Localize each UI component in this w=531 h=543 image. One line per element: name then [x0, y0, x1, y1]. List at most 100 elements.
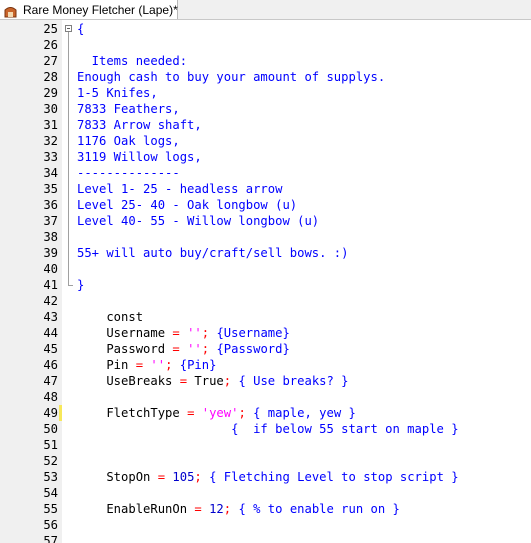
code-line[interactable]: Level 25- 40 - Oak longbow (u)	[74, 197, 531, 213]
code-line[interactable]: 1176 Oak logs,	[74, 133, 531, 149]
code-token: ;	[194, 470, 202, 484]
code-token: 105	[172, 470, 195, 484]
line-number: 42	[43, 294, 58, 308]
code-line[interactable]: {	[74, 21, 531, 37]
code-line[interactable]: StopOn = 105; { Fletching Level to stop …	[74, 469, 531, 485]
line-number: 26	[43, 38, 58, 52]
code-token: =	[179, 374, 188, 388]
code-line[interactable]: UseBreaks = True; { Use breaks? }	[74, 373, 531, 389]
code-token: Level 25- 40 - Oak longbow (u)	[77, 198, 298, 212]
code-token: Pin	[77, 358, 136, 372]
code-line-text: Pin = ''; {Pin}	[77, 357, 216, 373]
line-number: 50	[43, 422, 58, 436]
line-number: 27	[43, 54, 58, 68]
code-line[interactable]: 1-5 Knifes,	[74, 85, 531, 101]
code-line-text: Enough cash to buy your amount of supply…	[77, 69, 385, 85]
line-number: 36	[43, 198, 58, 212]
line-number: 32	[43, 134, 58, 148]
code-line-text: const	[77, 309, 143, 325]
code-token: StopOn	[77, 470, 158, 484]
code-token: UseBreaks	[77, 374, 180, 388]
code-token: {	[77, 22, 85, 36]
code-token: {Pin}	[172, 358, 217, 372]
code-token: 1-5 Knifes,	[77, 86, 158, 100]
code-line-text: 7833 Feathers,	[77, 101, 180, 117]
code-line[interactable]	[74, 485, 531, 501]
code-line-text: 3119 Willow logs,	[77, 149, 202, 165]
code-line[interactable]: Level 40- 55 - Willow longbow (u)	[74, 213, 531, 229]
line-number: 34	[43, 166, 58, 180]
code-line-text: FletchType = 'yew'; { maple, yew }	[77, 405, 356, 421]
code-line[interactable]	[74, 389, 531, 405]
code-line[interactable]	[74, 533, 531, 543]
line-number: 33	[43, 150, 58, 164]
code-line[interactable]	[74, 437, 531, 453]
code-line[interactable]: }	[74, 277, 531, 293]
code-token: { if below 55 start on maple }	[77, 422, 459, 436]
code-text-area[interactable]: { Items needed: Enough cash to buy your a…	[74, 20, 531, 543]
line-number: 35	[43, 182, 58, 196]
code-line-text: EnableRunOn = 12; { % to enable run on }	[77, 501, 400, 517]
code-line-text: 55+ will auto buy/craft/sell bows. :)	[77, 245, 349, 261]
code-line-text: 1176 Oak logs,	[77, 133, 180, 149]
code-token: { % to enable run on }	[231, 502, 400, 516]
fold-collapse-icon[interactable]	[65, 25, 72, 32]
code-line[interactable]	[74, 453, 531, 469]
code-line[interactable]: 7833 Arrow shaft,	[74, 117, 531, 133]
code-line-text: 7833 Arrow shaft,	[77, 117, 202, 133]
code-line[interactable]	[74, 37, 531, 53]
code-line[interactable]: FletchType = 'yew'; { maple, yew }	[74, 405, 531, 421]
code-line-text: UseBreaks = True; { Use breaks? }	[77, 373, 349, 389]
code-token: 'yew'	[201, 406, 239, 420]
code-line[interactable]: Username = ''; {Username}	[74, 325, 531, 341]
code-token: =	[194, 502, 202, 516]
code-line-text: { if below 55 start on maple }	[77, 421, 459, 437]
code-line[interactable]	[74, 293, 531, 309]
line-number: 41	[43, 278, 58, 292]
code-line[interactable]: Password = ''; {Password}	[74, 341, 531, 357]
tab-script[interactable]: Rare Money Fletcher (Lape)*	[0, 0, 178, 19]
code-token: ;	[201, 342, 210, 356]
code-token: ''	[187, 342, 202, 356]
code-token: EnableRunOn	[77, 502, 195, 516]
line-number: 45	[43, 342, 58, 356]
line-number: 49	[43, 406, 58, 420]
code-token: ''	[187, 326, 202, 340]
line-number: 31	[43, 118, 58, 132]
code-line[interactable]: 3119 Willow logs,	[74, 149, 531, 165]
line-number: 46	[43, 358, 58, 372]
code-line-text: --------------	[77, 165, 180, 181]
code-line-text: StopOn = 105; { Fletching Level to stop …	[77, 469, 458, 485]
code-token: True	[187, 374, 224, 388]
line-number: 53	[43, 470, 58, 484]
code-token: =	[172, 326, 180, 340]
code-line[interactable]: 7833 Feathers,	[74, 101, 531, 117]
code-line[interactable]	[74, 261, 531, 277]
code-token: {Username}	[209, 326, 290, 340]
code-line[interactable]: { if below 55 start on maple }	[74, 421, 531, 437]
code-token: 12	[209, 502, 224, 516]
code-line[interactable]: Pin = ''; {Pin}	[74, 357, 531, 373]
code-editor[interactable]: 25 26 27 28 29 30 31 32 33 34 35 36 37 38 39 40 41 42 43 44…	[0, 20, 531, 543]
code-line[interactable]: 55+ will auto buy/craft/sell bows. :)	[74, 245, 531, 261]
fold-guide-line	[68, 32, 69, 285]
code-line[interactable]	[74, 229, 531, 245]
code-line[interactable]: const	[74, 309, 531, 325]
code-line[interactable]: EnableRunOn = 12; { % to enable run on }	[74, 501, 531, 517]
code-token: =	[135, 358, 144, 372]
line-number: 47	[43, 374, 58, 388]
code-line[interactable]: --------------	[74, 165, 531, 181]
code-token: 7833 Feathers,	[77, 102, 180, 116]
line-number: 29	[43, 86, 58, 100]
code-line[interactable]: Level 1- 25 - headless arrow	[74, 181, 531, 197]
code-line[interactable]	[74, 517, 531, 533]
code-token: 7833 Arrow shaft,	[77, 118, 202, 132]
code-line[interactable]: Enough cash to buy your amount of supply…	[74, 69, 531, 85]
code-token: { Use breaks? }	[231, 374, 349, 388]
code-line[interactable]: Items needed:	[74, 53, 531, 69]
code-token: Level 40- 55 - Willow longbow (u)	[77, 214, 320, 228]
code-token: { maple, yew }	[245, 406, 356, 420]
